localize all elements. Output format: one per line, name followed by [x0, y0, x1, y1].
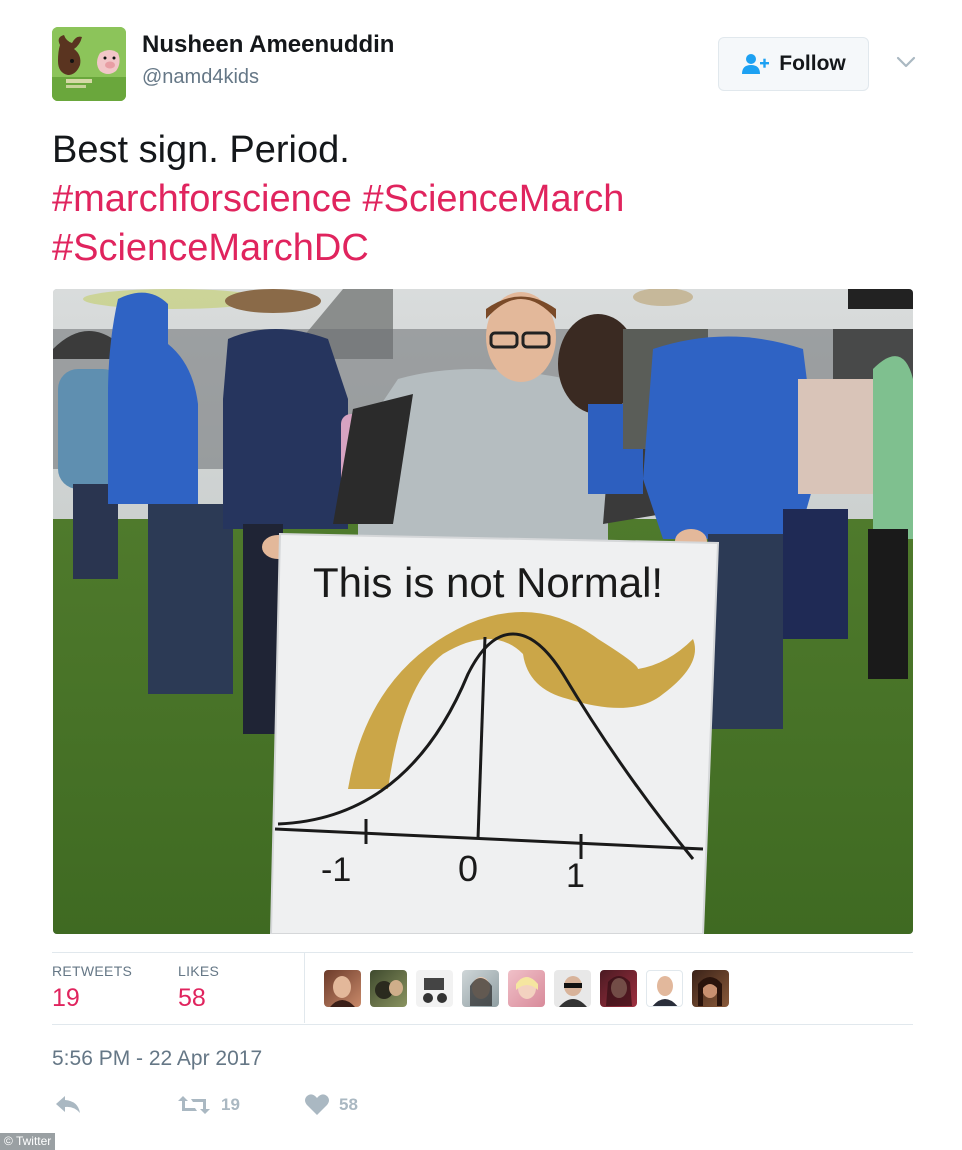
reply-button[interactable] — [54, 1094, 82, 1114]
retweet-action-count: 19 — [221, 1095, 240, 1114]
stats-vertical-divider — [304, 953, 305, 1023]
sign-title-text: This is not Normal! — [313, 559, 663, 606]
liker-avatar[interactable] — [508, 970, 545, 1007]
like-button[interactable]: 58 — [305, 1094, 358, 1116]
hashtag-link[interactable]: #ScienceMarchDC — [52, 227, 369, 269]
chevron-down-icon — [896, 56, 916, 68]
likers-avatars — [324, 970, 729, 1007]
heart-icon — [305, 1094, 329, 1115]
follow-button-label: Follow — [779, 52, 846, 75]
liker-avatar[interactable] — [692, 970, 729, 1007]
moose-pig-avatar-icon — [52, 27, 126, 101]
sign-tick-label: 0 — [458, 848, 478, 889]
liker-avatar[interactable] — [646, 970, 683, 1007]
hashtag-link[interactable]: #ScienceMarch — [362, 178, 624, 220]
sign-tick-label: -1 — [321, 851, 351, 889]
tweet-timestamp[interactable]: 5:56 PM - 22 Apr 2017 — [52, 1047, 262, 1071]
likes-label: LIKES — [178, 963, 220, 979]
reply-icon — [56, 1096, 80, 1113]
march-photo-illustration: This is not Normal! -1 0 1 — [53, 289, 913, 934]
liker-avatar[interactable] — [416, 970, 453, 1007]
retweets-count[interactable]: 19 — [52, 984, 80, 1013]
like-action-count: 58 — [339, 1095, 358, 1114]
liker-avatar[interactable] — [462, 970, 499, 1007]
tweet-photo[interactable]: This is not Normal! -1 0 1 — [53, 289, 913, 934]
tweet-body: Best sign. Period. — [52, 129, 350, 171]
retweet-icon — [178, 1096, 210, 1114]
user-display-name[interactable]: Nusheen Ameenuddin — [142, 31, 394, 59]
liker-avatar[interactable] — [370, 970, 407, 1007]
retweets-label: RETWEETS — [52, 963, 133, 979]
user-handle[interactable]: @namd4kids — [142, 66, 259, 89]
more-menu-button[interactable] — [892, 50, 920, 74]
liker-avatar[interactable] — [600, 970, 637, 1007]
photo-credit: © Twitter — [0, 1133, 56, 1150]
hashtag-link[interactable]: #marchforscience — [52, 178, 352, 220]
stats-bottom-divider — [52, 1024, 913, 1025]
liker-avatar[interactable] — [324, 970, 361, 1007]
tweet-text: Best sign. Period. #marchforscience #Sci… — [52, 126, 912, 273]
stats-top-divider — [52, 952, 913, 953]
follow-button[interactable]: Follow — [718, 37, 869, 91]
likes-count[interactable]: 58 — [178, 984, 206, 1013]
sign-tick-label: 1 — [566, 857, 585, 895]
liker-avatar[interactable] — [554, 970, 591, 1007]
add-user-icon — [742, 54, 770, 74]
retweet-button[interactable]: 19 — [177, 1094, 240, 1116]
user-avatar[interactable] — [52, 27, 126, 101]
